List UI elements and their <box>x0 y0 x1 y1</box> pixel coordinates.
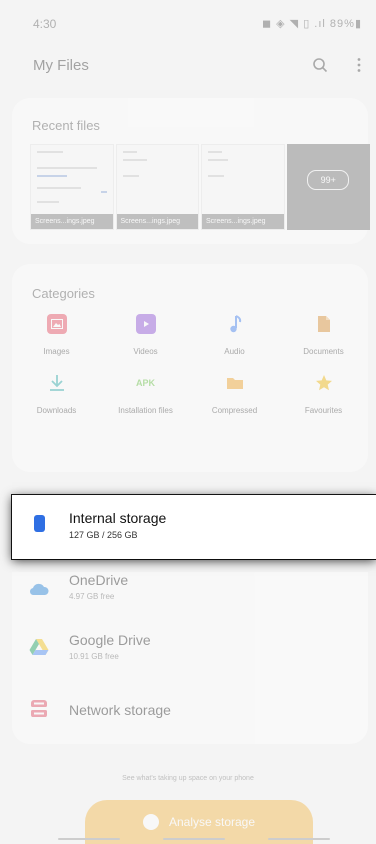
more-options-button[interactable] <box>346 52 372 78</box>
storage-onedrive[interactable]: OneDrive 4.97 GB free <box>12 572 368 628</box>
folder-icon <box>225 373 245 393</box>
analyse-storage-label: Analyse storage <box>168 815 256 829</box>
page-title: My Files <box>33 57 89 74</box>
cloud-icon <box>29 583 49 596</box>
categories-card: Categories Images Videos Audio Documents… <box>12 264 368 472</box>
recent-files-strip: Screens...ings.jpeg Screens...ings.jpeg … <box>30 144 370 230</box>
more-count-badge: 99+ <box>307 170 350 191</box>
recent-file-thumb[interactable]: Screens...ings.jpeg <box>201 144 285 230</box>
recent-file-name: Screens...ings.jpeg <box>116 214 198 229</box>
storage-name: Network storage <box>69 702 171 718</box>
status-time: 4:30 <box>33 17 57 31</box>
storage-name: OneDrive <box>69 572 129 588</box>
recent-files-card: Recent files Screens...ings.jpeg Screens… <box>12 98 370 244</box>
apk-icon: APK <box>135 378 155 388</box>
storage-name: Internal storage <box>69 510 167 526</box>
nav-bar <box>0 836 376 844</box>
network-storage-icon <box>31 700 47 717</box>
google-drive-icon <box>29 639 49 655</box>
categories-title: Categories <box>32 286 95 301</box>
search-button[interactable] <box>307 52 333 78</box>
category-favourites[interactable]: Favourites <box>279 373 368 416</box>
category-label: Documents <box>303 347 344 356</box>
storage-internal[interactable]: Internal storage 127 GB / 256 GB <box>12 495 376 559</box>
category-label: Installation files <box>118 406 173 415</box>
recent-file-thumb[interactable]: Screens...ings.jpeg <box>30 144 114 230</box>
recent-files-title: Recent files <box>32 118 100 133</box>
category-label: Audio <box>224 347 245 356</box>
storage-google-drive[interactable]: Google Drive 10.91 GB free <box>12 630 368 686</box>
analyse-hint: See what's taking up space on your phone <box>122 775 254 782</box>
storage-detail: 127 GB / 256 GB <box>69 530 138 540</box>
category-label: Downloads <box>36 406 77 415</box>
storage-name: Google Drive <box>69 632 151 648</box>
category-compressed[interactable]: Compressed <box>190 373 279 416</box>
storage-network[interactable]: Network storage <box>12 690 368 746</box>
download-icon <box>47 373 67 393</box>
storage-list-card: OneDrive 4.97 GB free Google Drive 10.91… <box>12 572 368 744</box>
image-icon <box>46 314 67 334</box>
storage-detail: 10.91 GB free <box>69 652 119 661</box>
recent-file-thumb[interactable]: Screens...ings.jpeg <box>115 144 199 230</box>
category-videos[interactable]: Videos <box>101 314 190 357</box>
video-icon <box>135 314 156 334</box>
recent-files-more[interactable]: 99+ <box>286 144 370 230</box>
recent-file-name: Screens...ings.jpeg <box>202 214 284 229</box>
category-label: Images <box>43 347 70 356</box>
phone-storage-icon <box>34 515 45 532</box>
more-vert-icon <box>357 58 361 72</box>
nav-back[interactable] <box>268 838 330 840</box>
star-icon <box>314 373 334 393</box>
category-audio[interactable]: Audio <box>190 314 279 357</box>
search-icon <box>313 58 328 73</box>
categories-grid: Images Videos Audio Documents Downloads … <box>12 314 368 416</box>
category-installation-files[interactable]: APK Installation files <box>101 373 190 416</box>
category-label: Compressed <box>211 406 258 415</box>
category-documents[interactable]: Documents <box>279 314 368 357</box>
category-label: Favourites <box>304 406 343 415</box>
status-icons: ◼ ◈ ◥ ▯ .ıl 89%▮ <box>261 18 362 30</box>
analyse-icon <box>142 814 159 830</box>
music-note-icon <box>225 314 245 334</box>
nav-home[interactable] <box>163 838 225 840</box>
recent-file-name: Screens...ings.jpeg <box>31 214 113 229</box>
status-bar: 4:30 ◼ ◈ ◥ ▯ .ıl 89%▮ <box>0 0 376 40</box>
document-icon <box>314 314 334 334</box>
category-label: Videos <box>133 347 158 356</box>
storage-detail: 4.97 GB free <box>69 592 115 601</box>
nav-recents[interactable] <box>58 838 120 840</box>
category-images[interactable]: Images <box>12 314 101 357</box>
category-downloads[interactable]: Downloads <box>12 373 101 416</box>
